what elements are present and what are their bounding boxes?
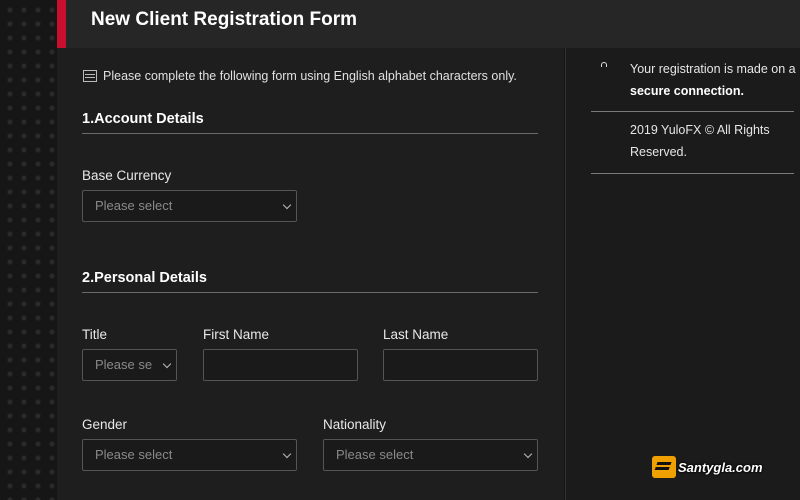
section-title-personal: 2.Personal Details [82, 270, 207, 286]
first-name-label: First Name [203, 327, 270, 342]
secure-text: Your registration is made on a [630, 62, 796, 76]
page-title: New Client Registration Form [91, 9, 358, 30]
sidebar-divider [591, 173, 794, 174]
watermark-logo-icon [652, 456, 676, 478]
section-divider [82, 133, 538, 134]
gender-placeholder: Please select [95, 447, 173, 462]
base-currency-select[interactable]: Please select [82, 190, 297, 222]
nationality-select[interactable]: Please select [323, 439, 538, 471]
title-placeholder: Please select [95, 357, 152, 372]
watermark: Santygla.com [652, 456, 763, 478]
sidebar: Your registration is made on a secure co… [565, 48, 800, 500]
background-pattern [0, 0, 57, 500]
header-accent-bar [57, 0, 66, 48]
last-name-field[interactable] [383, 349, 538, 381]
copyright-note: 2019 YuloFX © All Rights Reserved. [592, 119, 797, 163]
first-name-field[interactable] [203, 349, 358, 381]
base-currency-label: Base Currency [82, 168, 172, 183]
nationality-label: Nationality [323, 417, 387, 432]
gender-select[interactable]: Please select [82, 439, 297, 471]
chevron-down-icon [282, 449, 292, 459]
chevron-down-icon [282, 200, 292, 210]
registration-form: Please complete the following form using… [57, 48, 564, 500]
form-notice: Please complete the following form using… [83, 69, 517, 83]
page-header: New Client Registration Form [57, 0, 800, 48]
watermark-text: Santygla.com [678, 459, 763, 475]
secure-text-bold: secure connection. [630, 84, 744, 98]
last-name-label: Last Name [383, 327, 449, 342]
secure-connection-note: Your registration is made on a secure co… [592, 58, 797, 102]
sidebar-divider [591, 111, 794, 112]
chevron-down-icon [523, 449, 533, 459]
section-title-account: 1.Account Details [82, 111, 204, 127]
section-divider [82, 292, 538, 293]
gender-label: Gender [82, 417, 128, 432]
copyright-text: 2019 YuloFX © All Rights Reserved. [630, 123, 770, 159]
nationality-placeholder: Please select [336, 447, 414, 462]
chevron-down-icon [162, 359, 172, 369]
base-currency-placeholder: Please select [95, 198, 173, 213]
keyboard-icon [83, 70, 97, 82]
title-select[interactable]: Please select [82, 349, 177, 381]
notice-text: Please complete the following form using… [103, 69, 517, 83]
title-label: Title [82, 327, 108, 342]
